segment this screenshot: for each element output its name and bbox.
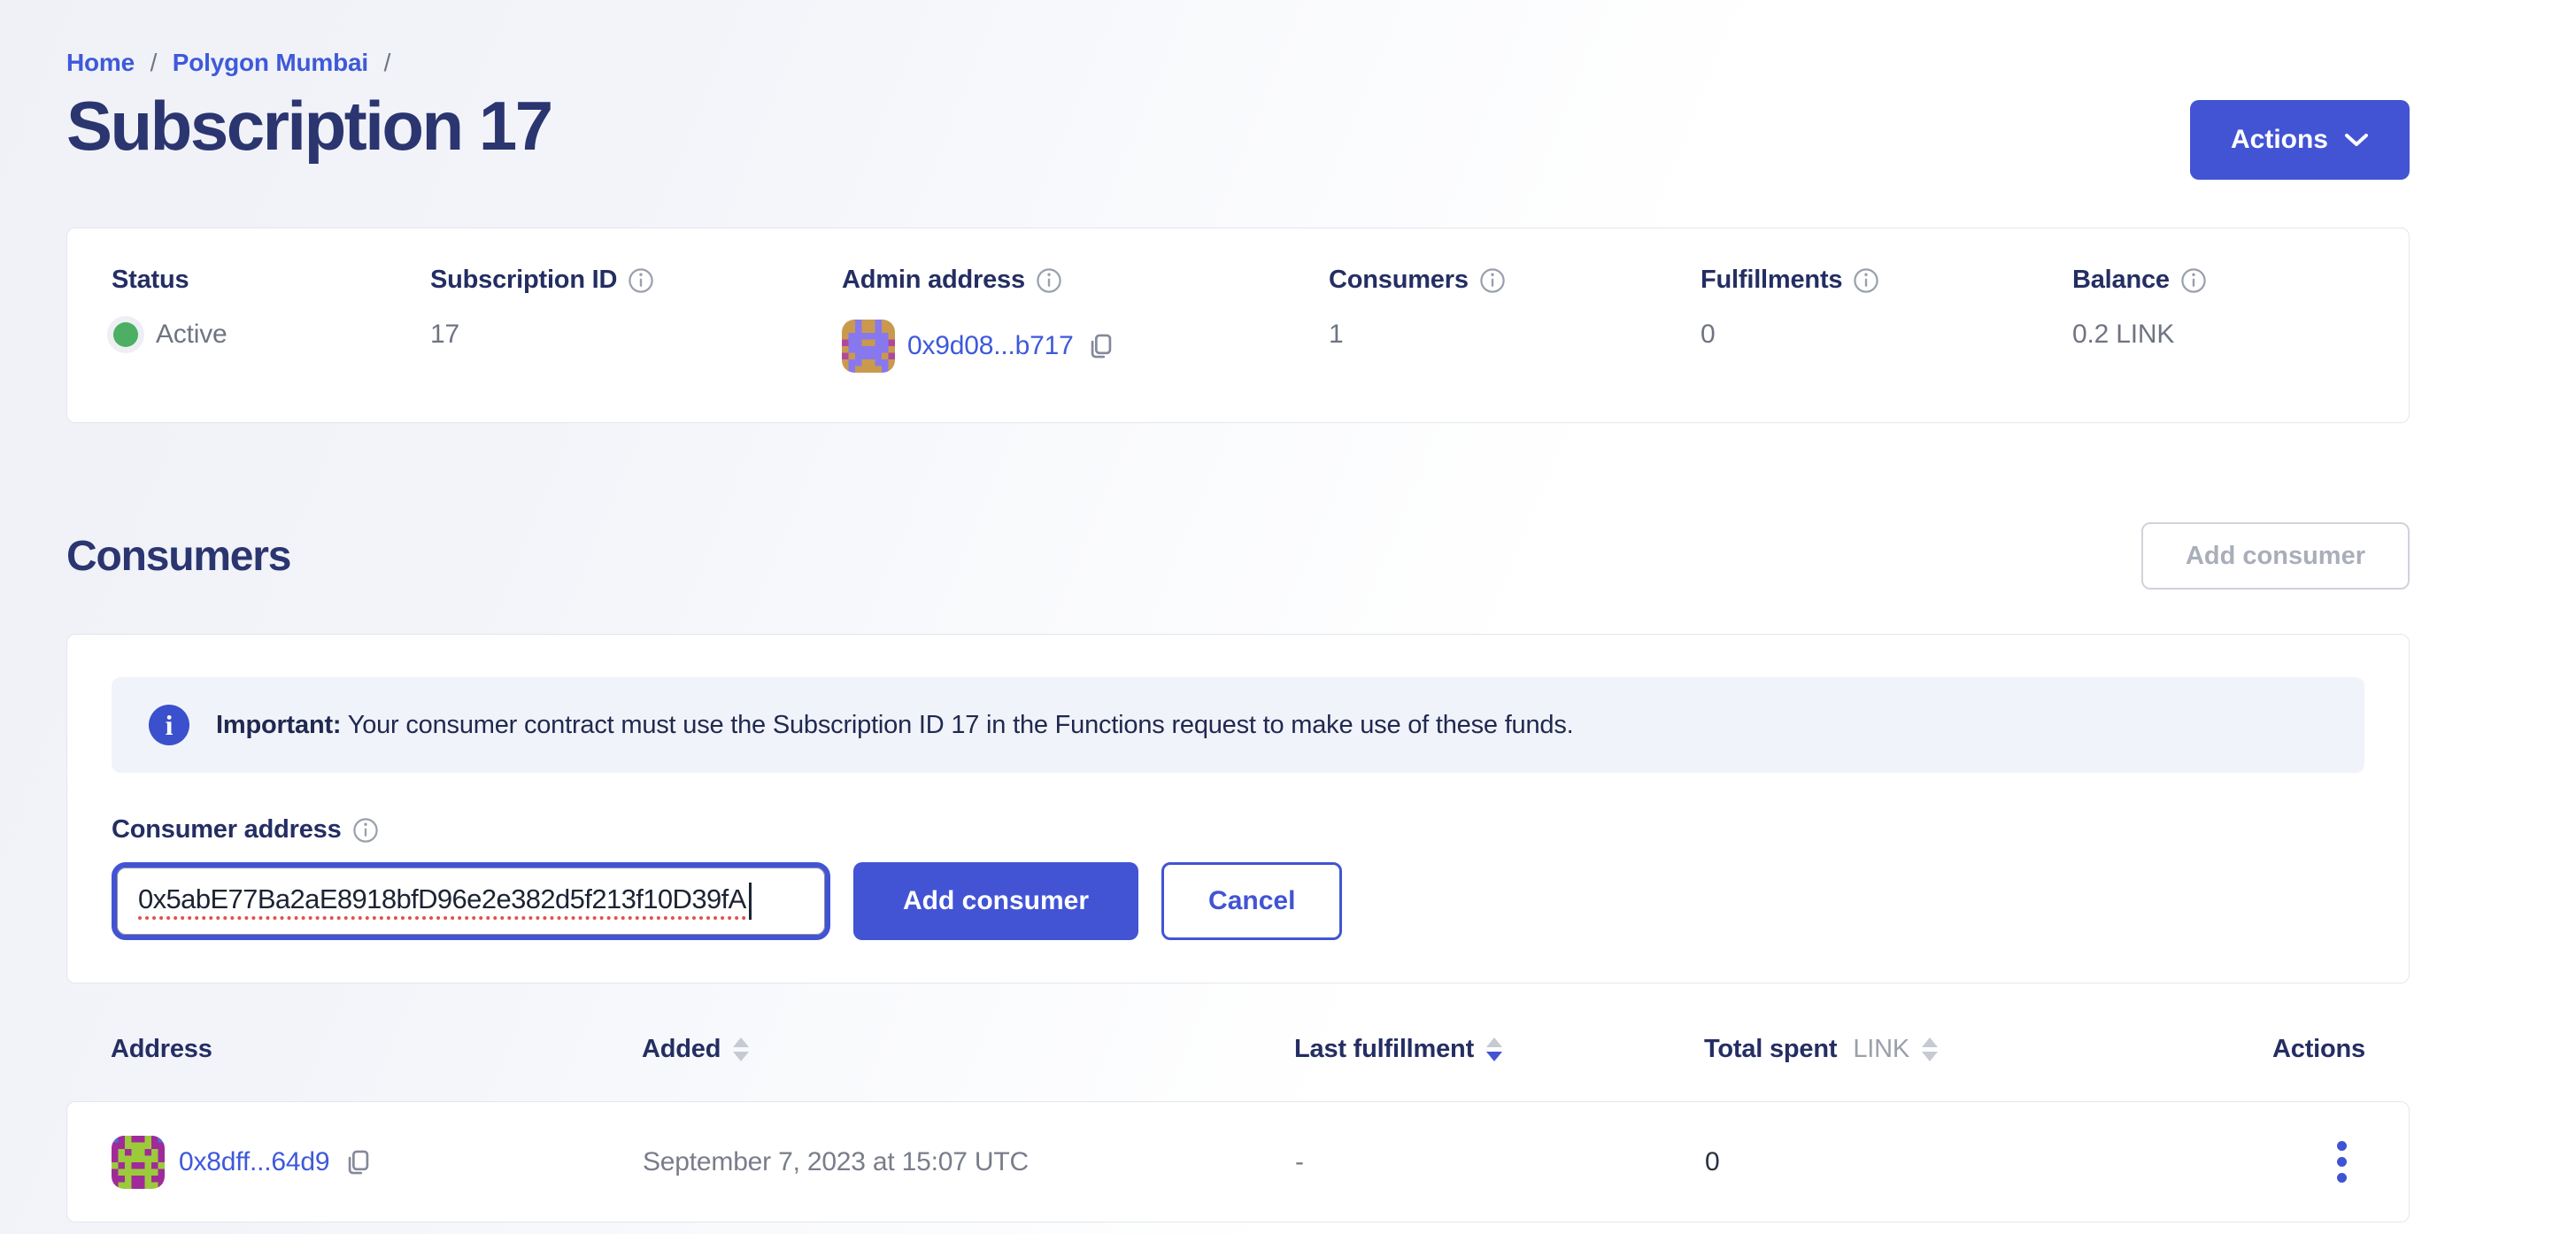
info-icon[interactable] — [2180, 267, 2207, 294]
copy-icon[interactable] — [1086, 331, 1116, 361]
overview-consumers: Consumers 1 — [1329, 266, 1701, 373]
add-consumer-form: 0x5abE77Ba2aE8918bfD96e2e382d5f213f10D39… — [112, 862, 2364, 940]
subscription-id-value: 17 — [430, 320, 842, 350]
info-icon[interactable] — [1036, 267, 1062, 294]
avatar — [112, 1136, 165, 1189]
breadcrumb-home-link[interactable]: Home — [66, 49, 135, 76]
info-circle-icon: i — [149, 705, 189, 745]
overview-admin-address: Admin address 0x9d08...b717 — [842, 266, 1329, 373]
cancel-button[interactable]: Cancel — [1161, 862, 1342, 940]
active-status-dot-icon — [113, 322, 138, 347]
balance-value: 0.2 LINK — [2072, 320, 2364, 350]
avatar — [842, 320, 895, 373]
sort-icon — [1922, 1037, 1938, 1061]
table-row: 0x8dff...64d9 September 7, 2023 at 15:07… — [66, 1101, 2410, 1222]
consumers-section-header: Consumers Add consumer — [66, 522, 2410, 590]
breadcrumb-network-link[interactable]: Polygon Mumbai — [173, 49, 368, 76]
subscription-id-label: Subscription ID — [430, 266, 842, 295]
page-header: Home / Polygon Mumbai / Subscription 17 … — [66, 49, 2410, 180]
consumer-address-cell: 0x8dff...64d9 — [112, 1136, 643, 1189]
column-header-total-spent[interactable]: Total spent LINK — [1704, 1035, 2272, 1064]
add-consumer-button-disabled[interactable]: Add consumer — [2141, 522, 2410, 590]
balance-label: Balance — [2072, 266, 2364, 295]
info-icon[interactable] — [352, 817, 379, 844]
row-actions-cell — [2332, 1136, 2364, 1188]
overview-fulfillments: Fulfillments 0 — [1701, 266, 2072, 373]
overview-status: Status Active — [112, 266, 430, 373]
header-left: Home / Polygon Mumbai / Subscription 17 — [66, 49, 551, 166]
page: Home / Polygon Mumbai / Subscription 17 … — [66, 0, 2410, 1222]
fulfillments-label: Fulfillments — [1701, 266, 2072, 295]
sort-icon — [733, 1037, 749, 1061]
text-caret — [749, 883, 752, 920]
consumer-address-input-value: 0x5abE77Ba2aE8918bfD96e2e382d5f213f10D39… — [138, 883, 746, 920]
page-title: Subscription 17 — [66, 86, 551, 166]
status-label: Status — [112, 266, 430, 295]
info-icon[interactable] — [1479, 267, 1506, 294]
overview-subscription-id: Subscription ID 17 — [430, 266, 842, 373]
admin-address-link[interactable]: 0x9d08...b717 — [907, 331, 1074, 361]
add-consumer-submit-button[interactable]: Add consumer — [853, 862, 1138, 940]
last-fulfillment-cell: - — [1295, 1147, 1705, 1177]
added-cell: September 7, 2023 at 15:07 UTC — [643, 1147, 1295, 1177]
important-notice: i Important: Your consumer contract must… — [112, 677, 2364, 773]
column-header-actions: Actions — [2272, 1035, 2365, 1064]
notice-prefix: Important: — [216, 711, 341, 739]
column-header-last-fulfillment[interactable]: Last fulfillment — [1294, 1035, 1704, 1064]
overview-balance: Balance 0.2 LINK — [2072, 266, 2364, 373]
breadcrumb-separator: / — [150, 49, 158, 76]
subscription-overview-card: Status Active Subscription ID 17 Admin a… — [66, 228, 2410, 423]
kebab-menu-icon[interactable] — [2332, 1136, 2352, 1188]
info-icon[interactable] — [1853, 267, 1879, 294]
consumers-label: Consumers — [1329, 266, 1701, 295]
consumer-address-link[interactable]: 0x8dff...64d9 — [179, 1147, 329, 1177]
total-spent-cell: 0 — [1705, 1147, 2332, 1177]
admin-address-value: 0x9d08...b717 — [842, 320, 1329, 373]
actions-dropdown-button[interactable]: Actions — [2190, 100, 2410, 180]
admin-address-label: Admin address — [842, 266, 1329, 295]
total-spent-unit: LINK — [1853, 1035, 1909, 1064]
breadcrumb-separator: / — [384, 49, 391, 76]
consumers-section-title: Consumers — [66, 532, 290, 581]
fulfillments-value: 0 — [1701, 320, 2072, 350]
chevron-down-icon — [2344, 133, 2369, 148]
column-header-address: Address — [111, 1035, 642, 1064]
consumer-address-label: Consumer address — [112, 815, 2364, 845]
sort-descending-icon — [1486, 1037, 1502, 1061]
consumers-table-header: Address Added Last fulfillment Total spe… — [66, 1035, 2410, 1064]
status-value: Active — [112, 320, 430, 350]
info-icon[interactable] — [628, 267, 654, 294]
actions-button-label: Actions — [2231, 125, 2328, 155]
column-header-added[interactable]: Added — [642, 1035, 1294, 1064]
breadcrumb: Home / Polygon Mumbai / — [66, 49, 551, 77]
copy-icon[interactable] — [343, 1147, 374, 1177]
add-consumer-panel: i Important: Your consumer contract must… — [66, 634, 2410, 983]
important-notice-text: Important: Your consumer contract must u… — [216, 711, 1574, 740]
consumer-address-input[interactable]: 0x5abE77Ba2aE8918bfD96e2e382d5f213f10D39… — [112, 862, 830, 940]
consumers-value: 1 — [1329, 320, 1701, 350]
